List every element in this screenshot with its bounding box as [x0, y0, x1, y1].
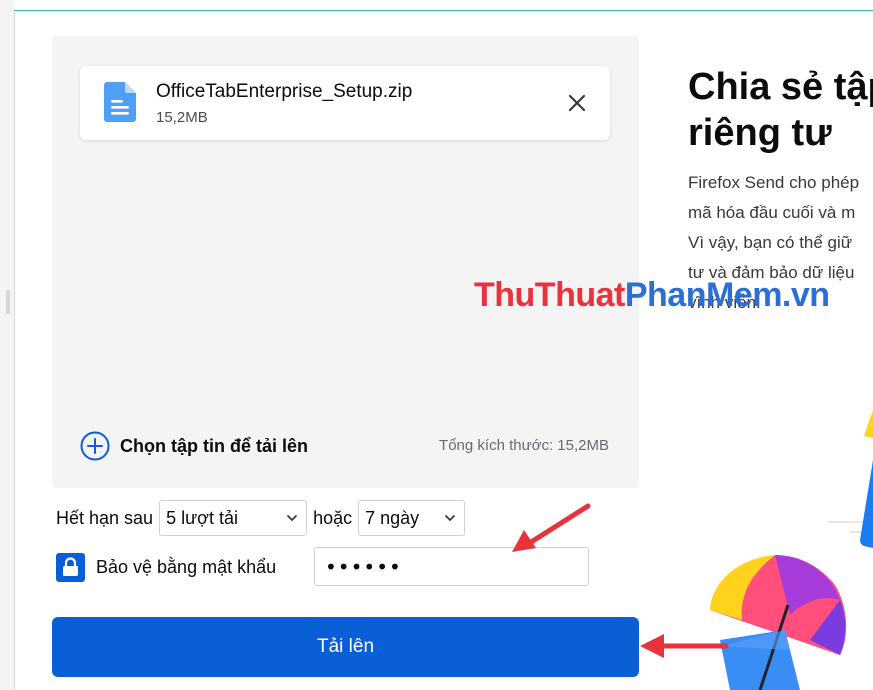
password-label: Bảo vệ bằng mật khẩu [96, 556, 277, 577]
frame-scroll-mark [6, 290, 10, 314]
headline-line-2: riêng tư [688, 112, 832, 154]
watermark: ThuThuatPhanMem.vn [474, 276, 830, 315]
expiry-prefix: Hết hạn sau [56, 507, 154, 528]
upload-button[interactable]: Tải lên [52, 617, 639, 677]
intro-panel: Chia sẻ tập riêng tư Firefox Send cho ph… [688, 64, 873, 364]
lock-icon [63, 557, 78, 576]
chevron-down-icon [286, 514, 298, 522]
expiry-options: Hết hạn sau 5 lượt tải hoặc 7 ngày [56, 499, 466, 537]
file-size: 15,2MB [156, 109, 208, 126]
desc-line: Vì vậy, bạn có thể giữ [688, 233, 853, 252]
browser-frame-left [0, 0, 15, 690]
add-files-label: Chọn tập tin để tải lên [120, 435, 308, 456]
document-icon [104, 82, 136, 122]
days-select[interactable]: 7 ngày [358, 500, 466, 536]
total-size: Tổng kích thước: 15,2MB [439, 437, 609, 454]
downloads-select-value: 5 lượt tải [166, 507, 238, 528]
headline-line-1: Chia sẻ tập [688, 66, 873, 108]
downloads-select[interactable]: 5 lượt tải [159, 500, 308, 536]
desc-line: mã hóa đầu cuối và m [688, 203, 856, 222]
browser-frame-top [14, 0, 873, 11]
watermark-part-1: ThuThuat [474, 276, 625, 314]
desc-line: Firefox Send cho phép [688, 173, 860, 192]
chevron-down-icon [444, 514, 456, 522]
arrow-annotation-icon [512, 503, 591, 552]
watermark-part-2: PhanMem.vn [624, 276, 830, 314]
plus-circle-icon [80, 431, 110, 461]
days-select-value: 7 ngày [365, 507, 420, 528]
or-label: hoặc [313, 507, 353, 528]
upload-area[interactable]: OfficeTabEnterprise_Setup.zip 15,2MB Chọ… [52, 36, 639, 488]
file-name: OfficeTabEnterprise_Setup.zip [156, 81, 413, 102]
password-option: Bảo vệ bằng mật khẩu [56, 547, 276, 587]
close-icon[interactable] [564, 90, 590, 116]
file-card: OfficeTabEnterprise_Setup.zip 15,2MB [80, 66, 610, 140]
password-checkbox[interactable] [56, 552, 85, 582]
add-files-button[interactable]: Chọn tập tin để tải lên [80, 430, 308, 462]
arrow-annotation-icon [640, 634, 729, 658]
